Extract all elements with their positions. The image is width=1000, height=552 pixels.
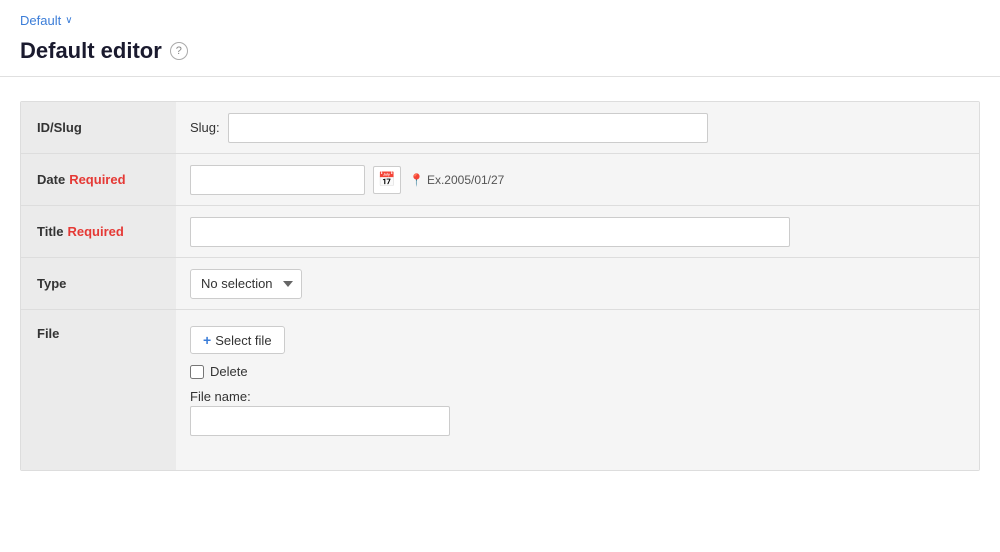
- chevron-down-icon: ∨: [65, 15, 72, 26]
- form-row-id-slug: ID/Slug Slug:: [21, 102, 979, 154]
- page-title: Default editor: [20, 38, 162, 64]
- pin-icon: 📍: [409, 173, 424, 187]
- field-type: No selection Option 1 Option 2: [176, 258, 979, 309]
- breadcrumb-area: Default ∨: [0, 0, 1000, 34]
- slug-input[interactable]: [228, 113, 708, 143]
- field-title: [176, 206, 979, 257]
- label-id-slug: ID/Slug: [21, 102, 176, 153]
- date-example: 📍 Ex.2005/01/27: [409, 173, 504, 187]
- type-select[interactable]: No selection Option 1 Option 2: [190, 269, 302, 299]
- label-title: Title Required: [21, 206, 176, 257]
- form-container: ID/Slug Slug: Date Required 2022-08-29 📅…: [20, 101, 980, 471]
- field-date: 2022-08-29 📅 📍 Ex.2005/01/27: [176, 154, 979, 205]
- delete-row: Delete: [190, 364, 248, 379]
- breadcrumb-label: Default: [20, 13, 61, 28]
- form-row-file: File + Select file Delete File name:: [21, 310, 979, 470]
- label-file: File: [21, 310, 176, 470]
- field-file: + Select file Delete File name:: [176, 310, 979, 470]
- file-name-section: File name:: [190, 389, 450, 436]
- label-date: Date Required: [21, 154, 176, 205]
- title-input[interactable]: [190, 217, 790, 247]
- breadcrumb-link[interactable]: Default ∨: [20, 13, 73, 28]
- form-row-type: Type No selection Option 1 Option 2: [21, 258, 979, 310]
- date-input[interactable]: 2022-08-29: [190, 165, 365, 195]
- slug-label: Slug:: [190, 120, 220, 135]
- help-icon[interactable]: ?: [170, 42, 188, 60]
- file-name-label: File name:: [190, 389, 450, 404]
- date-required-badge: Required: [69, 172, 125, 187]
- form-row-date: Date Required 2022-08-29 📅 📍 Ex.2005/01/…: [21, 154, 979, 206]
- calendar-button[interactable]: 📅: [373, 166, 401, 194]
- field-id-slug: Slug:: [176, 102, 979, 153]
- form-row-title: Title Required: [21, 206, 979, 258]
- select-file-label: Select file: [215, 333, 271, 348]
- page-header: Default editor ?: [0, 34, 1000, 77]
- plus-icon: +: [203, 332, 211, 348]
- select-file-button[interactable]: + Select file: [190, 326, 285, 354]
- label-type: Type: [21, 258, 176, 309]
- delete-label: Delete: [210, 364, 248, 379]
- file-name-input[interactable]: [190, 406, 450, 436]
- page-wrapper: Default ∨ Default editor ? ID/Slug Slug:…: [0, 0, 1000, 552]
- title-required-badge: Required: [68, 224, 124, 239]
- delete-checkbox[interactable]: [190, 365, 204, 379]
